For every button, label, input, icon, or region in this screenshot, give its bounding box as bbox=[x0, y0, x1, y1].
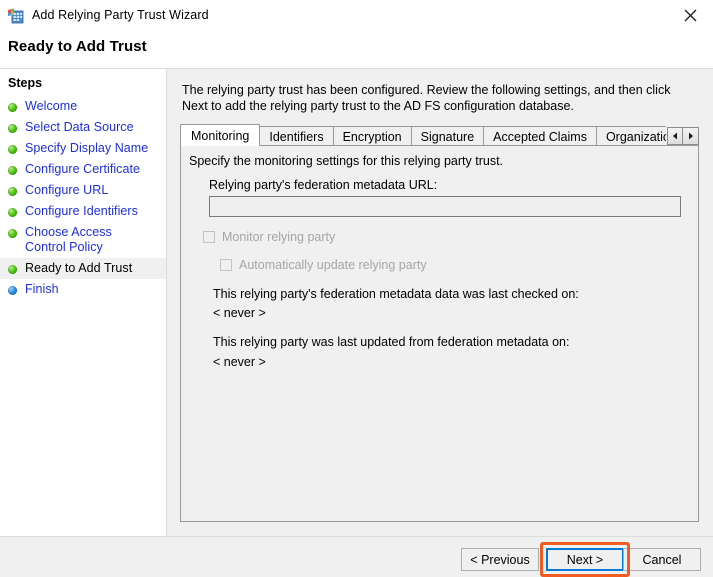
step-status-icon bbox=[8, 103, 17, 112]
metadata-url-label: Relying party's federation metadata URL: bbox=[209, 178, 438, 192]
monitoring-tab-panel: Specify the monitoring settings for this… bbox=[180, 145, 699, 522]
next-button[interactable]: Next > bbox=[546, 548, 624, 571]
monitor-relying-party-checkbox[interactable]: Monitor relying party bbox=[203, 230, 335, 244]
tab-organization[interactable]: Organization bbox=[595, 126, 666, 146]
metadata-url-input[interactable] bbox=[209, 196, 681, 217]
checkbox-box-icon bbox=[220, 259, 232, 271]
step-status-icon bbox=[8, 265, 17, 274]
last-checked-value: < never > bbox=[213, 306, 266, 320]
tab-list: Monitoring Identifiers Encryption Signat… bbox=[180, 124, 666, 146]
step-status-icon bbox=[8, 166, 17, 175]
sidebar-item-label: Specify Display Name bbox=[25, 141, 149, 155]
sidebar-item-ready-to-add-trust[interactable]: Ready to Add Trust bbox=[0, 258, 166, 279]
settings-tab-control: Monitoring Identifiers Encryption Signat… bbox=[180, 124, 699, 522]
tab-scroll-buttons bbox=[667, 127, 699, 145]
monitoring-instructions: Specify the monitoring settings for this… bbox=[189, 154, 504, 168]
steps-header: Steps bbox=[8, 76, 43, 90]
checkbox-box-icon bbox=[203, 231, 215, 243]
tab-accepted-claims[interactable]: Accepted Claims bbox=[483, 126, 597, 146]
step-status-icon bbox=[8, 187, 17, 196]
last-updated-label: This relying party was last updated from… bbox=[213, 335, 570, 349]
tab-encryption[interactable]: Encryption bbox=[332, 126, 412, 146]
sidebar-item-label: Configure Certificate bbox=[25, 162, 140, 176]
page-title: Ready to Add Trust bbox=[8, 38, 147, 55]
sidebar-item-welcome[interactable]: Welcome bbox=[0, 96, 166, 117]
sidebar-item-configure-certificate[interactable]: Configure Certificate bbox=[0, 159, 166, 180]
sidebar-item-label: Choose Access Control Policy bbox=[25, 225, 112, 254]
step-status-icon bbox=[8, 229, 17, 238]
main-content: The relying party trust has been configu… bbox=[167, 68, 713, 536]
steps-sidebar: Steps Welcome Select Data Source Specify… bbox=[0, 68, 167, 536]
intro-text: The relying party trust has been configu… bbox=[182, 83, 671, 113]
title-bar: Add Relying Party Trust Wizard bbox=[0, 0, 713, 30]
step-status-icon bbox=[8, 124, 17, 133]
sidebar-item-label: Configure Identifiers bbox=[25, 204, 138, 218]
sidebar-item-label: Select Data Source bbox=[25, 120, 134, 134]
tab-identifiers[interactable]: Identifiers bbox=[259, 126, 334, 146]
step-status-icon bbox=[8, 208, 17, 217]
sidebar-item-finish[interactable]: Finish bbox=[0, 279, 166, 300]
window-title: Add Relying Party Trust Wizard bbox=[32, 8, 209, 22]
sidebar-item-label: Welcome bbox=[25, 99, 78, 113]
relying-party-trust-icon bbox=[7, 7, 24, 24]
tab-strip: Monitoring Identifiers Encryption Signat… bbox=[180, 124, 699, 146]
auto-update-relying-party-checkbox[interactable]: Automatically update relying party bbox=[220, 258, 427, 272]
previous-button[interactable]: < Previous bbox=[461, 548, 539, 571]
tab-scroll-left-icon[interactable] bbox=[667, 127, 683, 145]
sidebar-item-label: Configure URL bbox=[25, 183, 109, 197]
sidebar-item-configure-identifiers[interactable]: Configure Identifiers bbox=[0, 201, 166, 222]
sidebar-item-choose-access-control-policy[interactable]: Choose Access Control Policy bbox=[0, 222, 166, 258]
last-updated-value: < never > bbox=[213, 355, 266, 369]
sidebar-item-select-data-source[interactable]: Select Data Source bbox=[0, 117, 166, 138]
wizard-window: Add Relying Party Trust Wizard Ready to … bbox=[0, 0, 713, 577]
monitor-relying-party-label: Monitor relying party bbox=[222, 230, 336, 244]
sidebar-item-specify-display-name[interactable]: Specify Display Name bbox=[0, 138, 166, 159]
sidebar-item-configure-url[interactable]: Configure URL bbox=[0, 180, 166, 201]
tab-signature[interactable]: Signature bbox=[410, 126, 485, 146]
step-status-icon bbox=[8, 145, 17, 154]
step-status-icon bbox=[8, 286, 17, 295]
dialog-footer: < Previous Next > Cancel bbox=[0, 536, 713, 577]
sidebar-item-label: Finish bbox=[25, 282, 59, 296]
sidebar-item-label: Ready to Add Trust bbox=[25, 261, 133, 275]
close-icon[interactable] bbox=[667, 0, 713, 30]
cancel-button[interactable]: Cancel bbox=[623, 548, 701, 571]
tab-monitoring[interactable]: Monitoring bbox=[180, 124, 261, 146]
last-checked-label: This relying party's federation metadata… bbox=[213, 287, 579, 301]
auto-update-relying-party-label: Automatically update relying party bbox=[239, 258, 427, 272]
tab-scroll-right-icon[interactable] bbox=[683, 127, 699, 145]
